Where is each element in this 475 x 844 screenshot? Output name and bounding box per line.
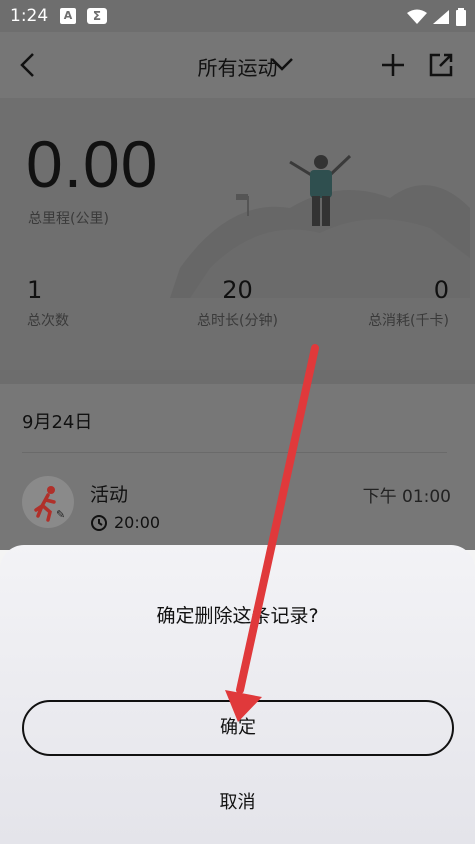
dialog-message: 确定删除这条记录? — [156, 605, 319, 627]
summary-panel: 0.00 总里程(公里) 1 总次数 20 总时长(分钟) 0 总消耗(千卡) — [0, 98, 475, 370]
activity-name: 活动 — [90, 484, 129, 506]
battery-icon — [456, 7, 466, 26]
total-duration-value: 20 — [222, 276, 253, 304]
sigma-icon: Σ — [87, 8, 107, 24]
status-bar: 1:24 A Σ — [0, 0, 475, 32]
a-icon: A — [60, 8, 76, 24]
running-person-icon: ✎ — [22, 476, 74, 528]
list-separator — [0, 370, 475, 384]
total-distance-label: 总里程(公里) — [28, 211, 109, 227]
confirm-button[interactable]: 确定 — [22, 700, 454, 756]
records-list: 9月24日 ✎ 活动 下午 01:00 20:00 — [0, 370, 475, 550]
clock-icon — [91, 515, 107, 531]
manual-entry-icon: ✎ — [56, 508, 66, 521]
total-calories-value: 0 — [433, 276, 449, 304]
wifi-icon — [406, 9, 427, 24]
hiker-illustration — [170, 154, 470, 298]
chevron-down-icon[interactable] — [270, 56, 294, 72]
total-distance-value: 0.00 — [26, 127, 159, 201]
divider — [22, 452, 447, 453]
plus-icon[interactable] — [380, 52, 406, 78]
nav-bar: 所有运动 — [0, 32, 475, 98]
status-time: 1:24 — [10, 6, 49, 26]
total-calories-label: 总消耗(千卡) — [368, 313, 449, 329]
activity-time: 下午 01:00 — [362, 487, 451, 507]
cancel-button[interactable]: 取消 — [0, 788, 475, 814]
date-header: 9月24日 — [22, 412, 93, 433]
activity-duration: 20:00 — [114, 513, 161, 532]
signal-icon — [432, 9, 449, 24]
status-right-icons — [406, 6, 467, 26]
share-icon[interactable] — [428, 52, 454, 78]
delete-confirm-dialog: 确定删除这条记录? 确定 取消 — [0, 545, 475, 844]
